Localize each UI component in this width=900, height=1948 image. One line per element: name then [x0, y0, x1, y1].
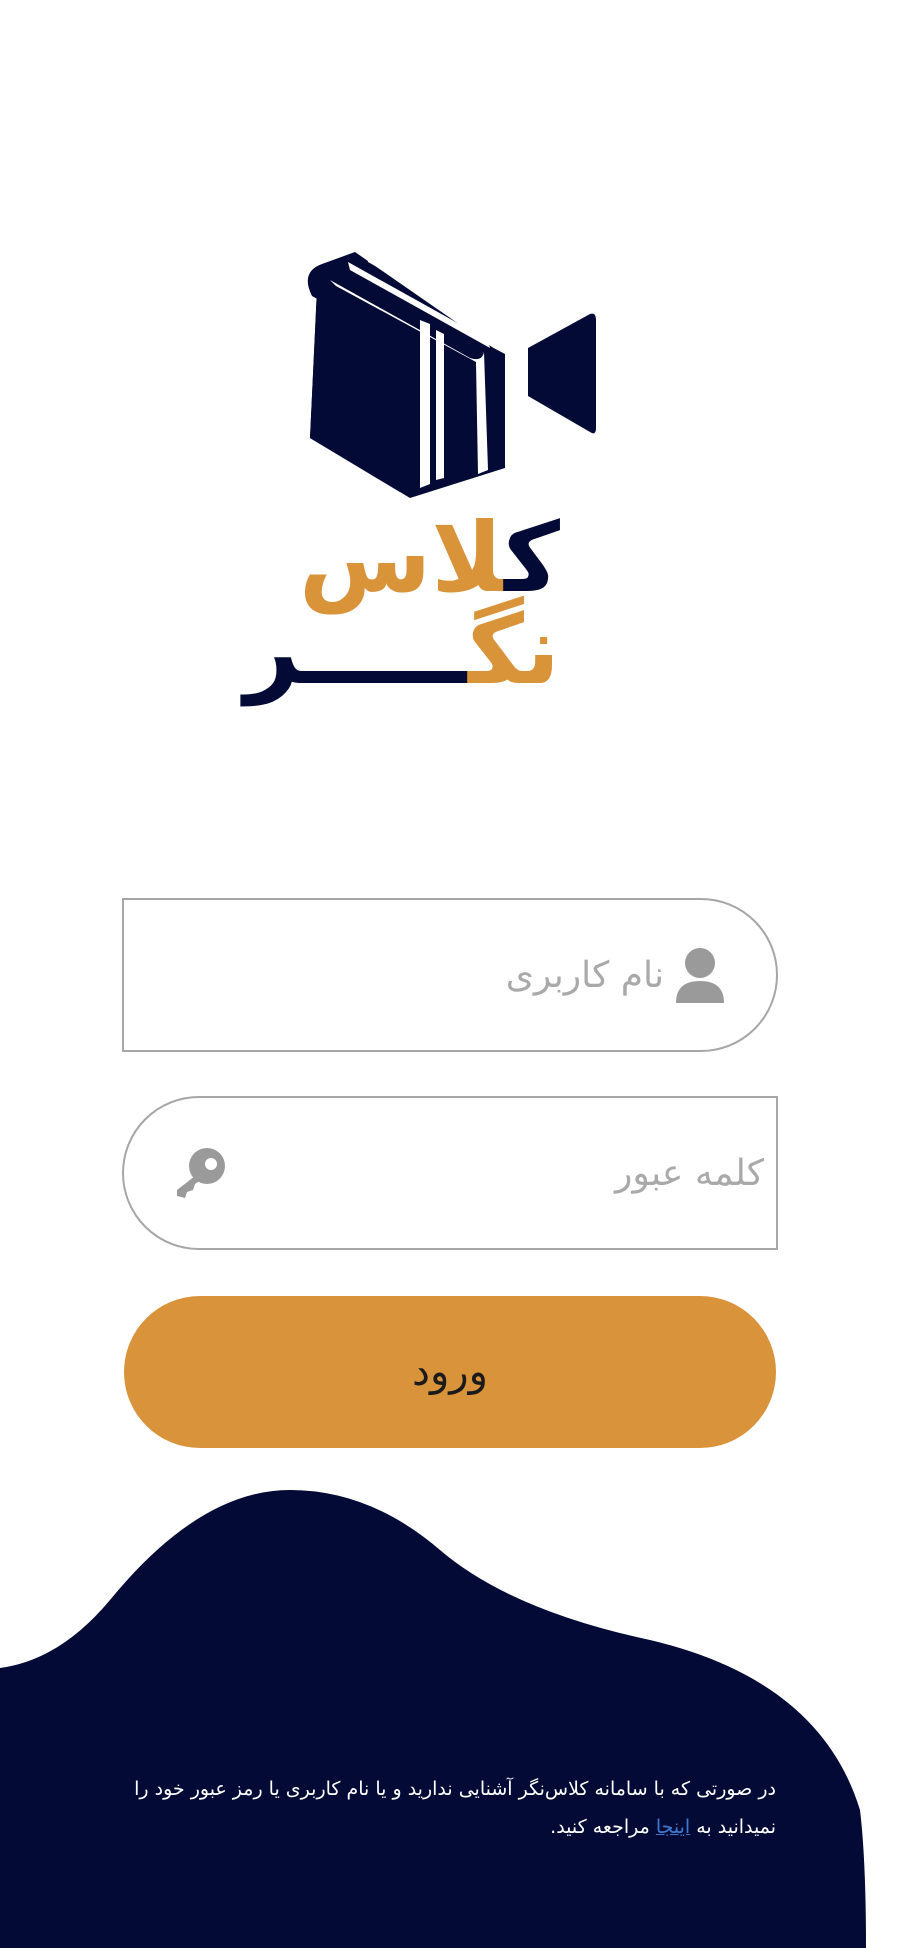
username-field[interactable] — [122, 898, 778, 1052]
help-text-pre-link: نمیدانید به — [690, 1816, 776, 1838]
brand-letters-ng: نگ — [468, 594, 560, 706]
help-text-line2: نمیدانید به اینجا مراجعه کنید. — [120, 1808, 776, 1846]
help-text-post-link: مراجعه کنید. — [550, 1816, 656, 1838]
brand-wordmark-line2: نگـــــر — [244, 600, 560, 700]
brand-letters-r: ـــــر — [244, 594, 469, 706]
login-button-label: ورود — [412, 1349, 488, 1395]
key-icon — [170, 1098, 230, 1248]
help-link[interactable]: اینجا — [656, 1816, 690, 1838]
login-button[interactable]: ورود — [124, 1296, 776, 1448]
brand-wordmark-line1: کلاس — [299, 508, 560, 608]
app-logo: کلاس نگـــــر — [0, 0, 900, 720]
user-icon — [670, 900, 730, 1050]
password-input[interactable] — [264, 1098, 764, 1248]
help-text-line1: در صورتی که با سامانه کلاس‌نگر آشنایی ند… — [134, 1778, 776, 1800]
help-text: در صورتی که با سامانه کلاس‌نگر آشنایی ند… — [120, 1770, 776, 1846]
footer-wave-background — [0, 1490, 866, 1948]
username-input[interactable] — [164, 900, 664, 1050]
password-field[interactable] — [122, 1096, 778, 1250]
